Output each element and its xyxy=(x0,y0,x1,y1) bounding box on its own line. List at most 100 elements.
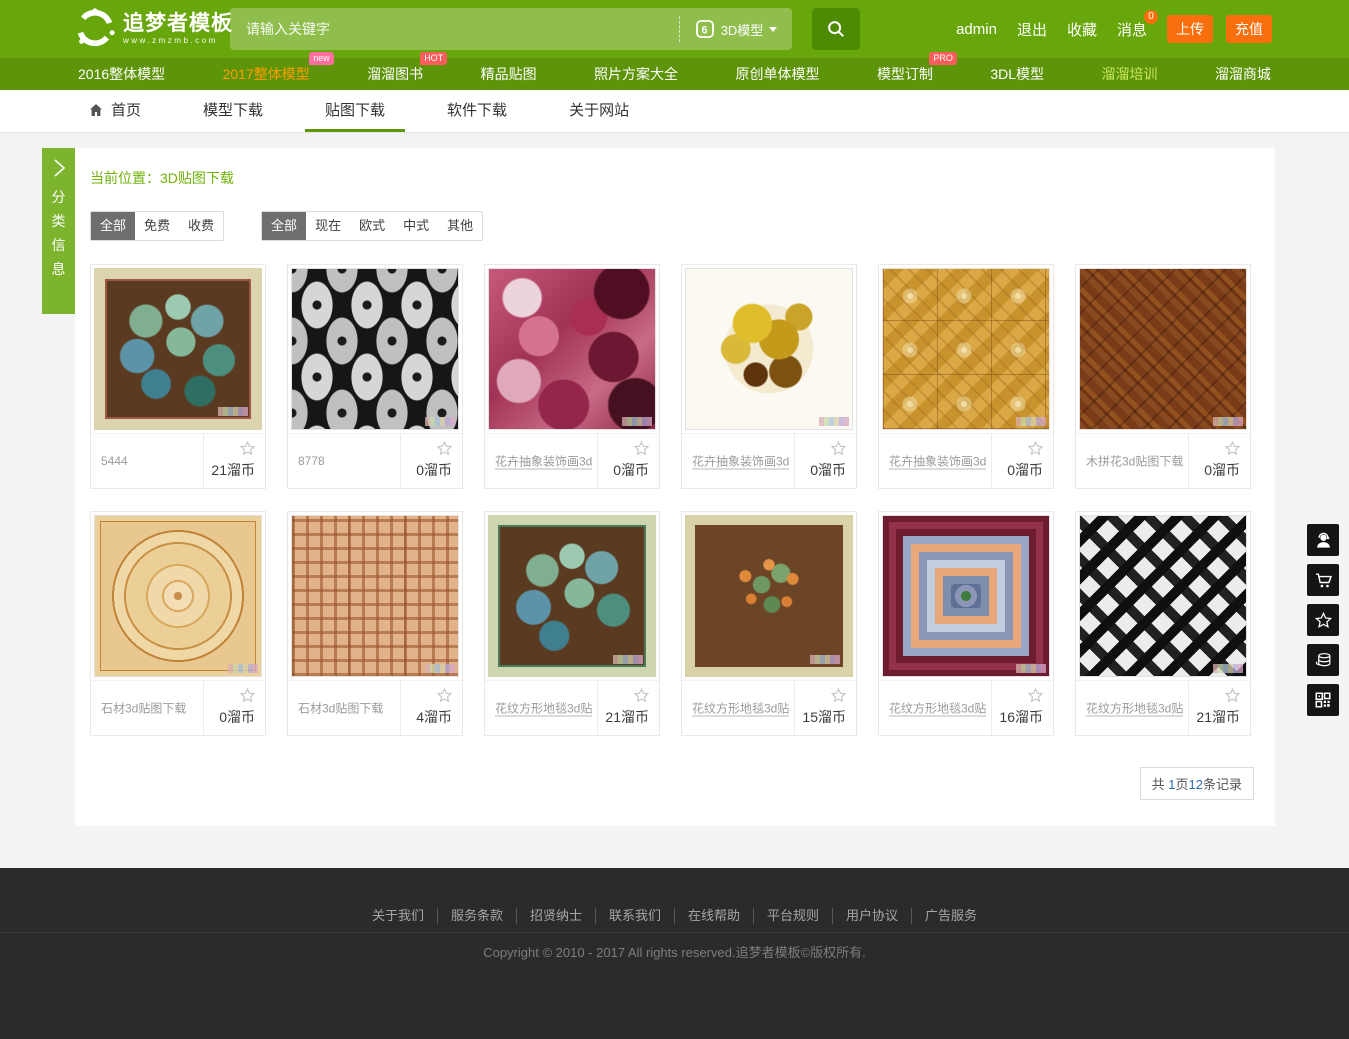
texture-title[interactable]: 花纹方形地毯3d贴 xyxy=(1086,700,1183,717)
header-user-link[interactable]: 消息0 xyxy=(1117,19,1147,40)
texture-thumbnail[interactable] xyxy=(682,512,856,680)
nav-item[interactable]: 原创单体模型 xyxy=(736,64,820,84)
favorite-star-icon[interactable] xyxy=(633,440,650,457)
texture-title[interactable]: 花卉抽象装饰画3d xyxy=(692,453,789,470)
model-type-dropdown[interactable]: 6 3D模型 xyxy=(679,16,792,42)
subnav-tab[interactable]: 首页 xyxy=(88,90,161,132)
site-logo[interactable]: 追梦者模板 www.zmzmb.com xyxy=(74,7,233,49)
footer-link[interactable]: 广告服务 xyxy=(911,908,990,924)
favorite-star-icon[interactable] xyxy=(239,687,256,704)
texture-card[interactable]: 花卉抽象装饰画3d 0溜币 xyxy=(878,264,1054,489)
texture-card[interactable]: 石材3d贴图下载 4溜币 xyxy=(287,511,463,736)
footer-link[interactable]: 联系我们 xyxy=(595,908,674,924)
texture-title[interactable]: 花卉抽象装饰画3d xyxy=(889,453,986,470)
texture-title[interactable]: 石材3d贴图下载 xyxy=(101,700,186,717)
nav-item[interactable]: 溜溜培训 xyxy=(1102,64,1158,84)
favorite-star-icon[interactable] xyxy=(436,687,453,704)
nav-item[interactable]: 精品贴图 xyxy=(481,64,537,84)
cart-button[interactable] xyxy=(1307,564,1339,596)
nav-item[interactable]: 照片方案大全 xyxy=(594,64,678,84)
footer-link[interactable]: 关于我们 xyxy=(359,908,437,924)
favorite-star-icon[interactable] xyxy=(436,440,453,457)
texture-thumbnail[interactable] xyxy=(1076,265,1250,433)
category-info-tab[interactable]: 分 类 信 息 xyxy=(42,148,75,314)
texture-title[interactable]: 石材3d贴图下载 xyxy=(298,700,383,717)
texture-card[interactable]: 8778 0溜币 xyxy=(287,264,463,489)
texture-thumbnail[interactable] xyxy=(682,265,856,433)
nav-item[interactable]: 2016整体模型 xyxy=(78,64,165,84)
cart-icon xyxy=(1314,571,1333,590)
footer-link[interactable]: 服务条款 xyxy=(437,908,516,924)
filter-option[interactable]: 收费 xyxy=(179,212,223,240)
logo-text: 追梦者模板 www.zmzmb.com xyxy=(123,12,233,45)
nav-item[interactable]: 2017整体模型new xyxy=(223,64,310,84)
subnav-tab[interactable]: 模型下载 xyxy=(183,90,283,132)
favorite-button[interactable] xyxy=(1307,604,1339,636)
subnav-tab[interactable]: 贴图下载 xyxy=(305,90,405,132)
footer-link[interactable]: 用户协议 xyxy=(832,908,911,924)
texture-card[interactable]: 花纹方形地毯3d贴 16溜币 xyxy=(878,511,1054,736)
favorite-star-icon[interactable] xyxy=(830,440,847,457)
nav-item[interactable]: 3DL模型 xyxy=(990,64,1044,84)
header-action-button[interactable]: 上传 xyxy=(1167,15,1213,43)
texture-title[interactable]: 木拼花3d贴图下载 xyxy=(1086,453,1183,470)
texture-title[interactable]: 花纹方形地毯3d贴 xyxy=(495,700,592,717)
texture-thumbnail[interactable] xyxy=(879,512,1053,680)
texture-title[interactable]: 花卉抽象装饰画3d xyxy=(495,453,592,470)
nav-item[interactable]: 模型订制PRO xyxy=(877,64,933,84)
texture-thumbnail[interactable] xyxy=(91,512,265,680)
favorite-star-icon[interactable] xyxy=(1027,687,1044,704)
nav-item[interactable]: 溜溜商城 xyxy=(1215,64,1271,84)
texture-title[interactable]: 花纹方形地毯3d贴 xyxy=(692,700,789,717)
header-user-link[interactable]: 收藏 xyxy=(1067,19,1097,40)
qrcode-button[interactable] xyxy=(1307,684,1339,716)
coins-button[interactable] xyxy=(1307,644,1339,676)
texture-thumbnail[interactable] xyxy=(91,265,265,433)
texture-card[interactable]: 花卉抽象装饰画3d 0溜币 xyxy=(484,264,660,489)
texture-title[interactable]: 花纹方形地毯3d贴 xyxy=(889,700,986,717)
texture-title[interactable]: 5444 xyxy=(101,454,128,468)
filter-option[interactable]: 现在 xyxy=(306,212,350,240)
texture-card[interactable]: 花纹方形地毯3d贴 21溜币 xyxy=(1075,511,1251,736)
texture-title[interactable]: 8778 xyxy=(298,454,325,468)
texture-thumbnail[interactable] xyxy=(485,512,659,680)
nav-item[interactable]: 溜溜图书HOT xyxy=(367,64,423,84)
texture-card[interactable]: 花纹方形地毯3d贴 15溜币 xyxy=(681,511,857,736)
texture-card[interactable]: 花纹方形地毯3d贴 21溜币 xyxy=(484,511,660,736)
texture-thumbnail[interactable] xyxy=(1076,512,1250,680)
texture-thumbnail[interactable] xyxy=(288,265,462,433)
texture-card[interactable]: 石材3d贴图下载 0溜币 xyxy=(90,511,266,736)
favorite-star-icon[interactable] xyxy=(1224,687,1241,704)
texture-card[interactable]: 5444 21溜币 xyxy=(90,264,266,489)
footer-link[interactable]: 在线帮助 xyxy=(674,908,753,924)
card-divider xyxy=(991,681,992,735)
nav-item-label: 溜溜商城 xyxy=(1215,66,1271,82)
filter-option[interactable]: 其他 xyxy=(438,212,482,240)
texture-card[interactable]: 木拼花3d贴图下载 0溜币 xyxy=(1075,264,1251,489)
subnav-tab[interactable]: 关于网站 xyxy=(549,90,649,132)
filter-option[interactable]: 中式 xyxy=(394,212,438,240)
header-action-button[interactable]: 充值 xyxy=(1226,15,1272,43)
customer-service-button[interactable] xyxy=(1307,524,1339,556)
footer-link[interactable]: 招贤纳士 xyxy=(516,908,595,924)
favorite-star-icon[interactable] xyxy=(633,687,650,704)
texture-thumbnail[interactable] xyxy=(485,265,659,433)
header-user-link[interactable]: admin xyxy=(956,21,997,38)
favorite-star-icon[interactable] xyxy=(830,687,847,704)
subnav-tab[interactable]: 软件下载 xyxy=(427,90,527,132)
texture-thumbnail[interactable] xyxy=(879,265,1053,433)
favorite-star-icon[interactable] xyxy=(1027,440,1044,457)
texture-thumbnail[interactable] xyxy=(288,512,462,680)
filter-option[interactable]: 免费 xyxy=(135,212,179,240)
filter-option[interactable]: 全部 xyxy=(91,212,135,240)
search-button[interactable] xyxy=(812,8,860,50)
footer-link[interactable]: 平台规则 xyxy=(753,908,832,924)
favorite-star-icon[interactable] xyxy=(1224,440,1241,457)
texture-card[interactable]: 花卉抽象装饰画3d 0溜币 xyxy=(681,264,857,489)
filter-option[interactable]: 全部 xyxy=(262,212,306,240)
search-input[interactable] xyxy=(230,8,679,50)
texture-card-info: 花纹方形地毯3d贴 21溜币 xyxy=(1076,680,1250,735)
header-user-link[interactable]: 退出 xyxy=(1017,19,1047,40)
filter-option[interactable]: 欧式 xyxy=(350,212,394,240)
favorite-star-icon[interactable] xyxy=(239,440,256,457)
